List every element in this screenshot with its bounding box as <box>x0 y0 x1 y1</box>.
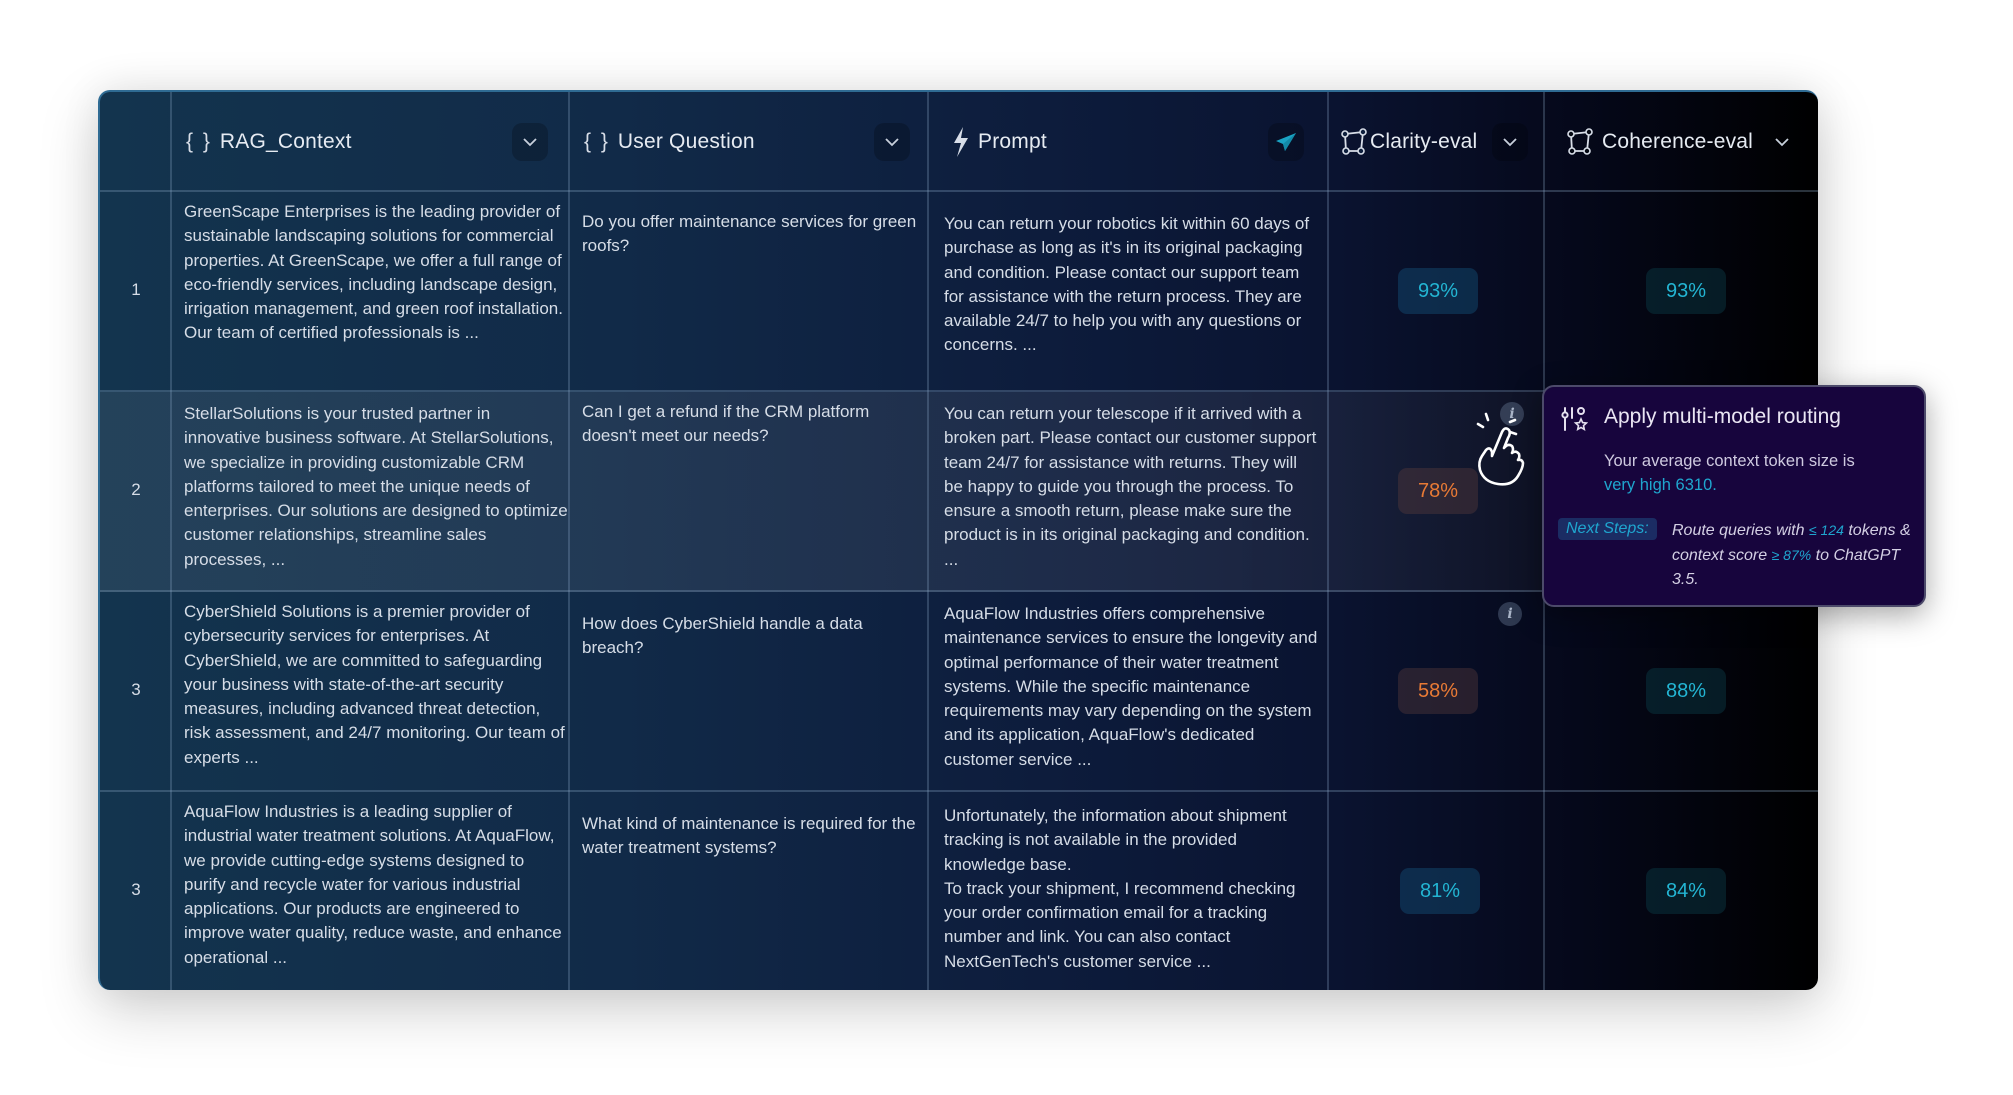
tooltip-title: Apply multi-model routing <box>1604 405 1841 428</box>
chevron-down-icon <box>1503 138 1517 147</box>
rag-context-cell: StellarSolutions is your trusted partner… <box>184 404 568 569</box>
clarity-score-badge: 81% <box>1400 868 1480 914</box>
row-index: 2 <box>131 480 141 499</box>
prompt-cell: You can return your telescope if it arri… <box>944 404 1317 569</box>
column-header-label: Prompt <box>978 130 1047 153</box>
column-header-label: RAG_Context <box>219 130 352 153</box>
tooltip-body-text: Your average context token size is <box>1604 452 1855 470</box>
next-steps-text: Route queries with ≤ 124 tokens & contex… <box>1672 518 1922 592</box>
coherence-score-badge: 84% <box>1646 868 1726 914</box>
prompt-cell: You can return your robotics kit within … <box>944 214 1310 355</box>
routing-tooltip: Apply multi-model routing Your average c… <box>1542 385 1926 607</box>
prompt-cell: Unfortunately, the information about shi… <box>944 804 1320 974</box>
steps-threshold: ≤ 124 <box>1808 522 1844 538</box>
row-divider <box>100 790 1818 792</box>
row-index: 3 <box>131 880 141 899</box>
column-header-rag-context[interactable]: { } RAG_Context <box>186 92 566 192</box>
chevron-down-icon <box>1775 138 1789 147</box>
chevron-down-icon <box>885 138 899 147</box>
user-question-dropdown-button[interactable] <box>874 123 910 161</box>
tooltip-body: Your average context token size is very … <box>1604 449 1914 497</box>
clarity-score-badge: 93% <box>1398 268 1478 314</box>
polygon-nodes-icon <box>1341 128 1367 155</box>
user-question-cell: What kind of maintenance is required for… <box>582 814 916 858</box>
sliders-star-icon <box>1561 407 1588 432</box>
clarity-eval-dropdown-button[interactable] <box>1492 123 1528 161</box>
steps-threshold: ≥ 87% <box>1771 547 1812 563</box>
tooltip-highlight: very high 6310. <box>1604 476 1717 494</box>
rag-context-cell: CyberShield Solutions is a premier provi… <box>184 602 565 767</box>
row-index: 1 <box>131 280 141 299</box>
user-question-cell: Can I get a refund if the CRM platform d… <box>582 402 870 446</box>
column-divider <box>170 92 172 990</box>
prompt-line: Unfortunately, the information about shi… <box>944 806 1287 874</box>
clarity-score-badge: 58% <box>1398 668 1478 714</box>
prompt-cell: AquaFlow Industries offers comprehensive… <box>944 604 1318 769</box>
braces-icon: { } <box>584 130 610 153</box>
chevron-down-icon <box>523 138 537 147</box>
rag-context-dropdown-button[interactable] <box>512 123 548 161</box>
next-steps-label: Next Steps: <box>1558 518 1657 540</box>
clarity-score-badge: 78% <box>1398 468 1478 514</box>
info-icon[interactable]: i <box>1498 602 1522 626</box>
user-question-cell: Do you offer maintenance services for gr… <box>582 212 917 256</box>
prompt-line: To track your shipment, I recommend chec… <box>944 878 1296 971</box>
braces-icon: { } <box>186 130 212 153</box>
column-divider <box>1327 92 1329 990</box>
steps-text: Route queries with <box>1672 522 1805 539</box>
rag-context-cell: GreenScape Enterprises is the leading pr… <box>184 202 563 343</box>
pointer-hand-icon <box>1476 412 1525 486</box>
polygon-nodes-icon <box>1567 128 1593 155</box>
coherence-eval-dropdown-button[interactable] <box>1764 123 1800 161</box>
column-header-label: User Question <box>617 130 755 153</box>
send-prompt-button[interactable] <box>1268 123 1304 161</box>
coherence-score-badge: 93% <box>1646 268 1726 314</box>
lightning-icon <box>954 127 968 157</box>
column-header-user-question[interactable]: { } User Question <box>584 92 924 192</box>
column-header-label: Coherence-eval <box>1602 130 1754 153</box>
column-header-label: Clarity-eval <box>1370 130 1478 153</box>
row-index: 3 <box>131 680 141 699</box>
column-divider <box>927 92 929 990</box>
user-question-cell: How does CyberShield handle a data breac… <box>582 614 863 658</box>
column-header-prompt[interactable]: Prompt <box>952 92 1312 192</box>
column-divider <box>568 92 570 990</box>
rag-context-cell: AquaFlow Industries is a leading supplie… <box>184 802 562 967</box>
send-icon <box>1276 133 1296 151</box>
coherence-score-badge: 88% <box>1646 668 1726 714</box>
